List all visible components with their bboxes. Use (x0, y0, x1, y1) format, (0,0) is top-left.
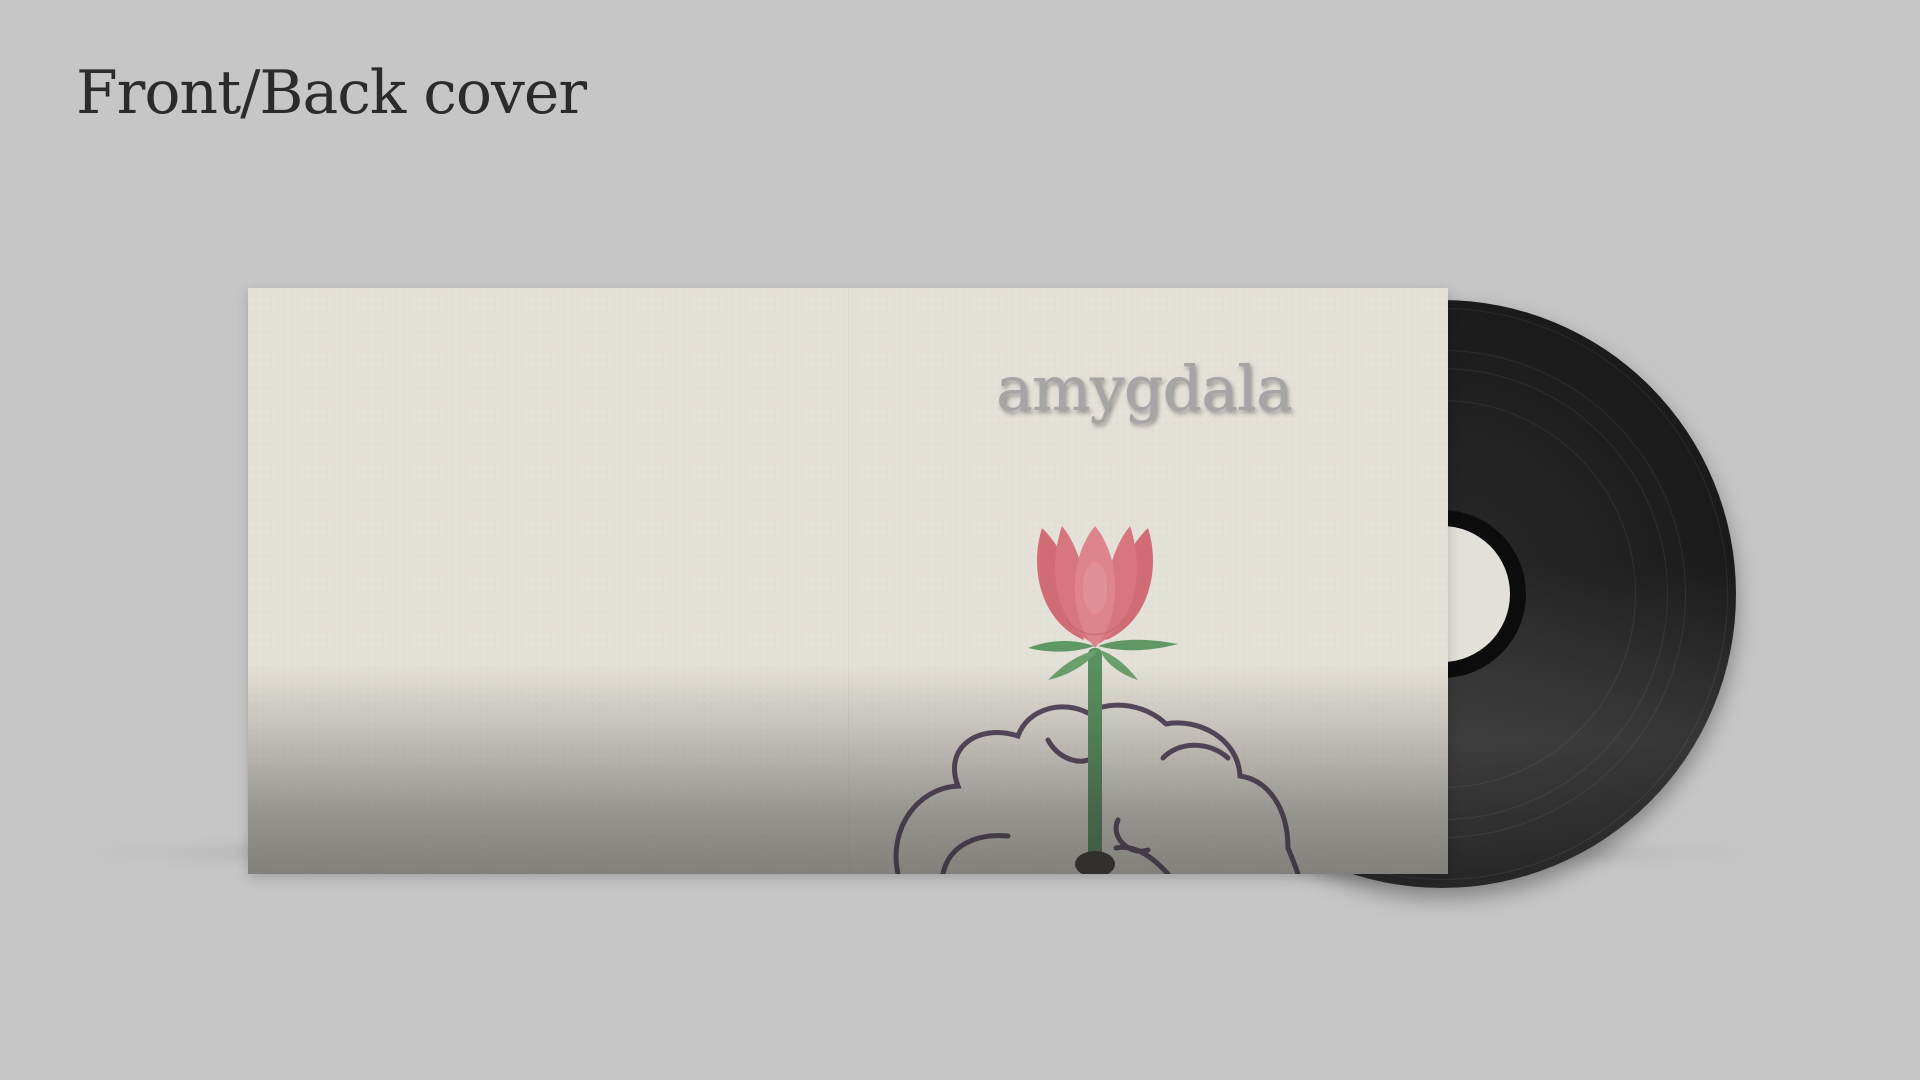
album-sleeve: amygdala (248, 288, 1448, 874)
stem-root (1075, 851, 1115, 874)
sleeve-fold (848, 288, 849, 874)
leaf (1098, 639, 1178, 651)
leaf (1028, 641, 1094, 652)
lotus-flower-icon (1037, 526, 1153, 648)
front-cover: amygdala (848, 288, 1448, 874)
lotus-brain-illustration (893, 526, 1301, 874)
leaf (1100, 650, 1138, 680)
stem (1088, 648, 1102, 860)
page-heading: Front/Back cover (76, 58, 587, 128)
back-cover (248, 288, 848, 874)
